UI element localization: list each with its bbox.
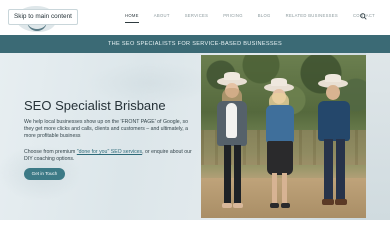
tagline-banner: THE SEO SPECIALISTS FOR SERVICE-BASED BU… bbox=[0, 35, 390, 53]
nav-item-blog[interactable]: BLOG bbox=[258, 13, 271, 18]
skip-to-content-link[interactable]: Skip to main content bbox=[8, 9, 78, 25]
done-for-you-services-link[interactable]: "done for you" SEO services bbox=[77, 149, 142, 155]
hero-secondary-text-start: Choose from premium bbox=[24, 149, 77, 155]
nav-item-home[interactable]: HOME bbox=[125, 13, 139, 23]
nav-item-services[interactable]: SERVICES bbox=[185, 13, 209, 18]
hero-right-edge bbox=[366, 53, 390, 220]
team-photo bbox=[201, 55, 366, 218]
person-right bbox=[313, 74, 357, 215]
nav-item-pricing[interactable]: PRICING bbox=[223, 13, 243, 18]
search-icon[interactable] bbox=[360, 13, 367, 20]
hero-secondary-text: Choose from premium "done for you" SEO s… bbox=[24, 149, 194, 163]
nav-item-about[interactable]: ABOUT bbox=[154, 13, 170, 18]
hero-section: SEO Specialist Brisbane We help local bu… bbox=[0, 53, 390, 220]
main-nav: HOME ABOUT SERVICES PRICING BLOG RELATED… bbox=[125, 13, 390, 23]
hero-intro-text: We help local businesses show up on the … bbox=[24, 119, 189, 139]
nav-item-related-businesses[interactable]: RELATED BUSINESSES bbox=[286, 13, 338, 18]
get-in-touch-button[interactable]: Get in Touch bbox=[24, 168, 65, 180]
person-left bbox=[215, 72, 255, 217]
person-middle bbox=[261, 78, 301, 215]
site-header: Skip to main content HOME ABOUT SERVICES… bbox=[0, 0, 390, 35]
page-title: SEO Specialist Brisbane bbox=[24, 98, 166, 113]
